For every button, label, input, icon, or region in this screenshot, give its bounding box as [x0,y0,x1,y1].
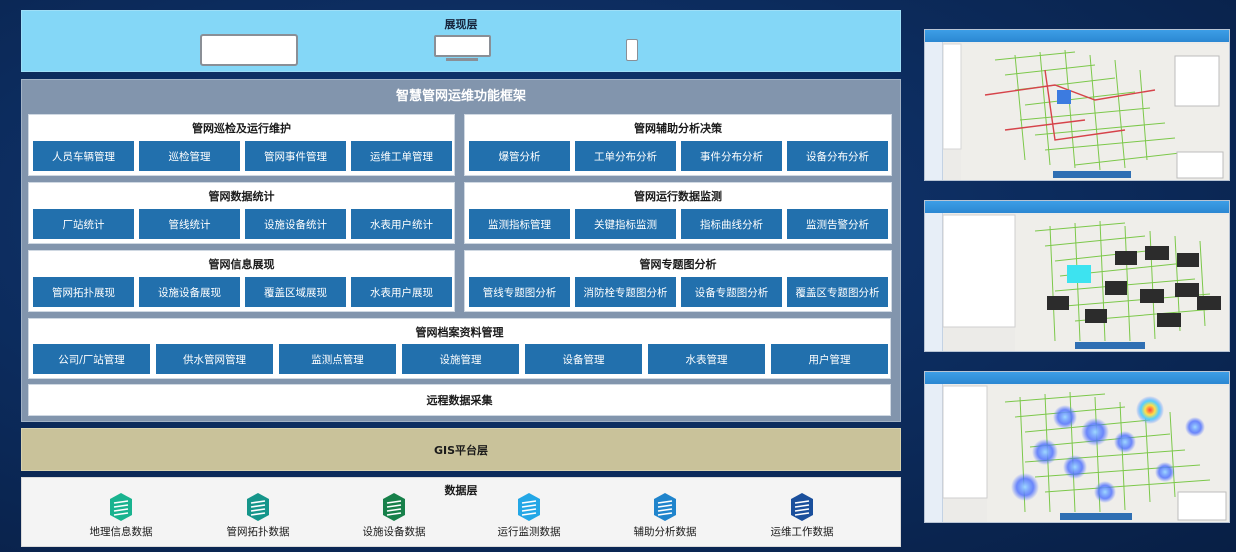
work-order-button[interactable]: 运维工单管理 [351,141,452,171]
group-auxiliary-analysis: 管网辅助分析决策 爆管分析 工单分布分析 事件分布分析 设备分布分析 [464,114,892,176]
monitoring-point-button[interactable]: 监测点管理 [279,344,396,374]
meter-user-display-button[interactable]: 水表用户展现 [351,277,452,307]
pipe-event-button[interactable]: 管网事件管理 [245,141,346,171]
gis-layer-title: GIS平台层 [433,443,489,457]
data-item-geographic: 地理信息数据 [71,492,171,539]
event-distribution-button[interactable]: 事件分布分析 [681,141,782,171]
work-order-distribution-button[interactable]: 工单分布分析 [575,141,676,171]
map-screenshot-labels [924,200,1230,352]
gis-platform-layer: GIS平台层 [21,428,901,471]
personnel-vehicle-button[interactable]: 人员车辆管理 [33,141,134,171]
meter-user-statistics-button[interactable]: 水表用户统计 [351,209,452,239]
group-data-statistics: 管网数据统计 厂站统计 管线统计 设施设备统计 水表用户统计 [28,182,455,244]
database-icon [110,493,132,521]
monitor-icon [434,35,491,57]
remote-data-collection[interactable]: 远程数据采集 [28,384,891,416]
coverage-thematic-button[interactable]: 覆盖区专题图分析 [787,277,888,307]
indicator-management-button[interactable]: 监测指标管理 [469,209,570,239]
laptop-icon [200,34,298,66]
data-item-topology: 管网拓扑数据 [208,492,308,539]
pipeline-map-image [942,43,1229,180]
coverage-display-button[interactable]: 覆盖区域展现 [245,277,346,307]
data-item-analysis: 辅助分析数据 [615,492,715,539]
key-indicator-monitoring-button[interactable]: 关键指标监测 [575,209,676,239]
user-management-button[interactable]: 用户管理 [771,344,888,374]
group-title: 管网专题图分析 [639,258,717,271]
data-item-operation: 运维工作数据 [752,492,852,539]
phone-icon [626,39,638,61]
pipeline-thematic-button[interactable]: 管线专题图分析 [469,277,570,307]
data-layer: 数据层 地理信息数据 管网拓扑数据 设施设备数据 运行监测数据 辅助分析数据 运… [21,477,901,547]
framework-title: 智慧管网运维功能框架 [395,89,526,104]
topology-display-button[interactable]: 管网拓扑展现 [33,277,134,307]
device-management-button[interactable]: 设备管理 [525,344,642,374]
presentation-layer-title: 展现层 [444,18,478,31]
group-operation-monitoring: 管网运行数据监测 监测指标管理 关键指标监测 指标曲线分析 监测告警分析 [464,182,892,244]
facility-management-button[interactable]: 设施管理 [402,344,519,374]
company-plant-button[interactable]: 公司/厂站管理 [33,344,150,374]
data-item-label: 设施设备数据 [362,526,426,538]
alarm-analysis-button[interactable]: 监测告警分析 [787,209,888,239]
heatmap-map-image [942,385,1229,522]
data-item-label: 管网拓扑数据 [226,526,290,538]
group-title: 管网辅助分析决策 [634,122,722,135]
data-item-monitoring: 运行监测数据 [479,492,579,539]
monitoring-map-image [942,214,1229,351]
plant-statistics-button[interactable]: 厂站统计 [33,209,134,239]
group-archive-management: 管网档案资料管理 公司/厂站管理 供水管网管理 监测点管理 设施管理 设备管理 … [28,318,891,379]
function-framework: 智慧管网运维功能框架 管网巡检及运行维护 人员车辆管理 巡检管理 管网事件管理 … [21,79,901,422]
database-icon [518,493,540,521]
indicator-curve-button[interactable]: 指标曲线分析 [681,209,782,239]
group-title: 管网巡检及运行维护 [192,122,291,135]
group-thematic-map: 管网专题图分析 管线专题图分析 消防栓专题图分析 设备专题图分析 覆盖区专题图分… [464,250,892,312]
group-title: 管网数据统计 [208,190,275,203]
database-icon [247,493,269,521]
monitor-stand [446,58,478,61]
map-screenshot-pipeline [924,29,1230,181]
map-screenshot-heatmap [924,371,1230,523]
device-distribution-button[interactable]: 设备分布分析 [787,141,888,171]
device-thematic-button[interactable]: 设备专题图分析 [681,277,782,307]
group-title: 管网档案资料管理 [415,326,504,339]
pipeline-statistics-button[interactable]: 管线统计 [139,209,240,239]
data-item-label: 辅助分析数据 [633,526,697,538]
group-inspection-maintenance: 管网巡检及运行维护 人员车辆管理 巡检管理 管网事件管理 运维工单管理 [28,114,455,176]
data-item-facility: 设施设备数据 [344,492,444,539]
presentation-layer: 展现层 [21,10,901,72]
meter-management-button[interactable]: 水表管理 [648,344,765,374]
inspection-button[interactable]: 巡检管理 [139,141,240,171]
group-title: 管网运行数据监测 [634,190,722,203]
group-info-display: 管网信息展现 管网拓扑展现 设施设备展现 覆盖区域展现 水表用户展现 [28,250,455,312]
hydrant-thematic-button[interactable]: 消防栓专题图分析 [575,277,676,307]
burst-analysis-button[interactable]: 爆管分析 [469,141,570,171]
supply-network-button[interactable]: 供水管网管理 [156,344,273,374]
data-item-label: 运行监测数据 [497,526,561,538]
database-icon [791,493,813,521]
group-title: 管网信息展现 [208,258,275,271]
facility-statistics-button[interactable]: 设施设备统计 [245,209,346,239]
database-icon [654,493,676,521]
data-item-label: 地理信息数据 [89,526,153,538]
facility-display-button[interactable]: 设施设备展现 [139,277,240,307]
data-item-label: 运维工作数据 [770,526,834,538]
database-icon [383,493,405,521]
